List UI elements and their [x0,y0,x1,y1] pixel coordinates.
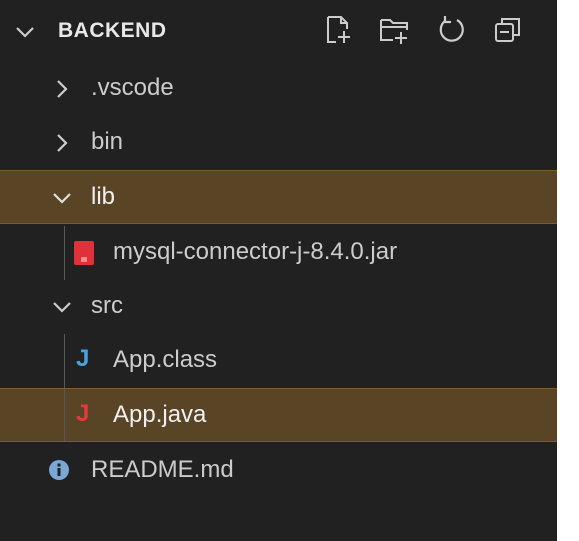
tree-item-readme[interactable]: README.md [0,444,557,498]
tree-item-bin[interactable]: bin [0,116,557,170]
tree-item-label: src [91,292,123,319]
indent-guide [64,389,65,441]
chevron-down-icon [53,193,71,204]
tree-item-app-java[interactable]: J App.java [0,388,557,442]
tree-item-vscode[interactable]: .vscode [0,62,557,116]
java-source-icon: J [76,400,90,427]
jar-file-icon [74,241,94,265]
info-icon [49,460,69,480]
tree-item-label: mysql-connector-j-8.4.0.jar [113,238,398,265]
indent-guide [64,334,65,388]
tree-item-lib[interactable]: lib [0,170,557,224]
chevron-right-icon [57,134,68,152]
tree-item-mysql-jar[interactable]: mysql-connector-j-8.4.0.jar [0,226,557,280]
tree-item-label: README.md [91,456,234,483]
chevron-right-icon [57,80,68,98]
explorer-title: BACKEND [58,19,167,42]
new-file-icon[interactable] [322,14,354,46]
indent-guide [64,226,65,280]
tree-item-label: App.class [113,346,218,373]
tree-item-label: App.java [113,401,207,428]
chevron-down-icon[interactable] [15,22,35,42]
refresh-icon[interactable] [436,14,468,46]
new-folder-icon[interactable] [378,14,410,46]
file-explorer: BACKEND .vscode bin lib mysql-connector-… [0,0,557,541]
tree-item-app-class[interactable]: J App.class [0,334,557,388]
tree-item-label: bin [91,128,124,155]
tree-item-src[interactable]: src [0,280,557,334]
collapse-all-icon[interactable] [492,14,524,46]
chevron-down-icon [53,302,71,313]
tree-item-label: .vscode [91,74,174,101]
explorer-header[interactable]: BACKEND [0,0,557,62]
tree-item-label: lib [91,183,116,210]
java-class-icon: J [76,345,90,372]
